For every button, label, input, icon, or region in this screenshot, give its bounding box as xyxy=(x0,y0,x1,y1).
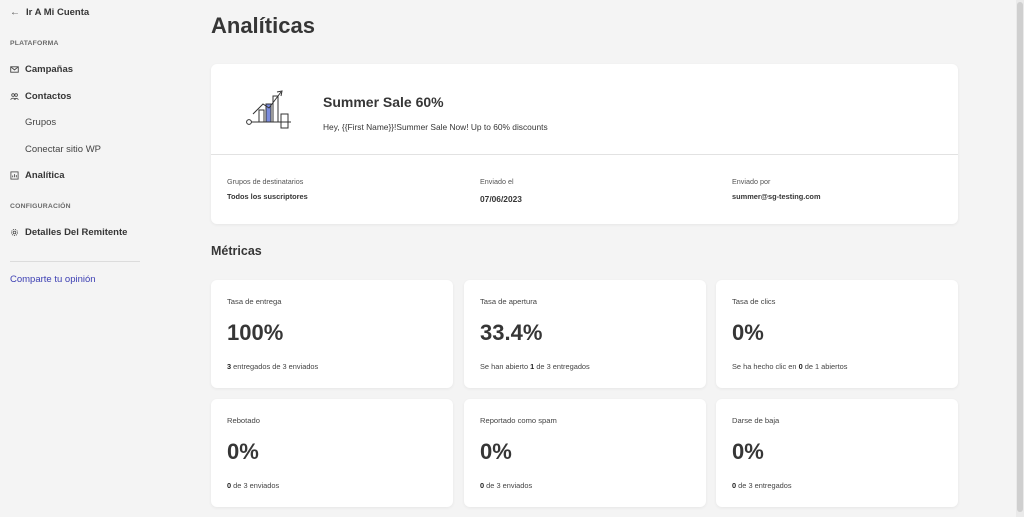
campaign-divider xyxy=(211,154,958,155)
sidebar-item-campaigns[interactable]: Campañas xyxy=(10,64,73,75)
users-icon xyxy=(10,93,19,100)
sidebar-item-sender-details[interactable]: Detalles Del Remitente xyxy=(10,227,127,238)
back-to-account-label: Ir A Mi Cuenta xyxy=(26,7,90,18)
metric-card-spam-reports: Reportado como spam 0% 0 de 3 enviados xyxy=(464,399,706,507)
sent-on-label: Enviado el xyxy=(480,177,514,186)
metric-value: 100% xyxy=(227,320,284,345)
campaign-title: Summer Sale 60% xyxy=(323,94,444,110)
recipients-field: Grupos de destinatarios Todos los suscri… xyxy=(227,177,308,201)
scrollbar-thumb[interactable] xyxy=(1017,2,1023,512)
sent-on-value: 07/06/2023 xyxy=(480,194,522,204)
sidebar-divider xyxy=(10,261,140,262)
metric-description: Se han abierto 1 de 3 entregados xyxy=(480,362,590,371)
metric-value: 0% xyxy=(480,439,512,464)
sidebar-item-connect-wp[interactable]: Conectar sitio WP xyxy=(25,144,101,155)
sidebar-item-groups[interactable]: Grupos xyxy=(25,117,56,128)
metric-card-open-rate: Tasa de apertura 33.4% Se han abierto 1 … xyxy=(464,280,706,388)
sidebar-item-label: Contactos xyxy=(25,91,72,102)
metric-label: Tasa de entrega xyxy=(227,297,282,306)
metric-label: Tasa de clics xyxy=(732,297,776,306)
metric-description: Se ha hecho clic en 0 de 1 abiertos xyxy=(732,362,848,371)
sidebar-item-analytics[interactable]: Analítica xyxy=(10,170,65,181)
metric-value: 0% xyxy=(732,320,764,345)
sidebar: ← Ir A Mi Cuenta PLATAFORMA Campañas Con… xyxy=(0,0,150,517)
sent-by-label: Enviado por xyxy=(732,177,771,186)
sent-by-value: summer@sg-testing.com xyxy=(732,192,821,201)
metric-value: 0% xyxy=(227,439,259,464)
sidebar-item-label: Analítica xyxy=(25,170,65,181)
envelope-icon xyxy=(10,66,19,73)
recipients-label: Grupos de destinatarios xyxy=(227,177,304,186)
metric-label: Darse de baja xyxy=(732,416,780,425)
page-title: Analíticas xyxy=(211,13,315,38)
metric-label: Reportado como spam xyxy=(480,416,557,425)
chart-icon xyxy=(10,171,19,180)
arrow-left-icon: ← xyxy=(10,7,20,18)
sent-on-field: Enviado el 07/06/2023 xyxy=(480,177,522,204)
metric-description: 0 de 3 enviados xyxy=(227,481,280,490)
metric-description: 0 de 3 entregados xyxy=(732,481,792,490)
campaign-preview-text: Hey, {{First Name}}!Summer Sale Now! Up … xyxy=(323,122,548,132)
metric-value: 33.4% xyxy=(480,320,543,345)
sidebar-item-label: Campañas xyxy=(25,64,74,75)
gear-icon xyxy=(11,229,18,236)
sidebar-item-contacts[interactable]: Contactos xyxy=(10,91,71,102)
feedback-link[interactable]: Comparte tu opinión xyxy=(10,274,96,285)
metric-card-unsubscribes: Darse de baja 0% 0 de 3 entregados xyxy=(716,399,958,507)
section-label-platform: PLATAFORMA xyxy=(10,40,59,47)
section-label-configuration: CONFIGURACIÓN xyxy=(10,203,71,210)
metric-card-delivery-rate: Tasa de entrega 100% 3 entregados de 3 e… xyxy=(211,280,453,388)
metrics-heading: Métricas xyxy=(211,244,262,258)
sent-by-field: Enviado por summer@sg-testing.com xyxy=(732,177,821,201)
back-to-account-link[interactable]: ← Ir A Mi Cuenta xyxy=(10,7,89,18)
metric-description: 3 entregados de 3 enviados xyxy=(227,362,319,371)
metric-label: Rebotado xyxy=(227,416,260,425)
campaign-summary-card: Summer Sale 60% Hey, {{First Name}}!Summ… xyxy=(211,64,958,224)
vertical-scrollbar[interactable] xyxy=(1016,0,1024,517)
metric-value: 0% xyxy=(732,439,764,464)
metric-card-bounced: Rebotado 0% 0 de 3 enviados xyxy=(211,399,453,507)
sidebar-item-label: Detalles Del Remitente xyxy=(25,227,128,238)
metric-card-click-rate: Tasa de clics 0% Se ha hecho clic en 0 d… xyxy=(716,280,958,388)
metric-label: Tasa de apertura xyxy=(480,297,537,306)
campaign-growth-illustration xyxy=(246,90,291,129)
metric-description: 0 de 3 enviados xyxy=(480,481,533,490)
recipients-value: Todos los suscriptores xyxy=(227,192,308,201)
